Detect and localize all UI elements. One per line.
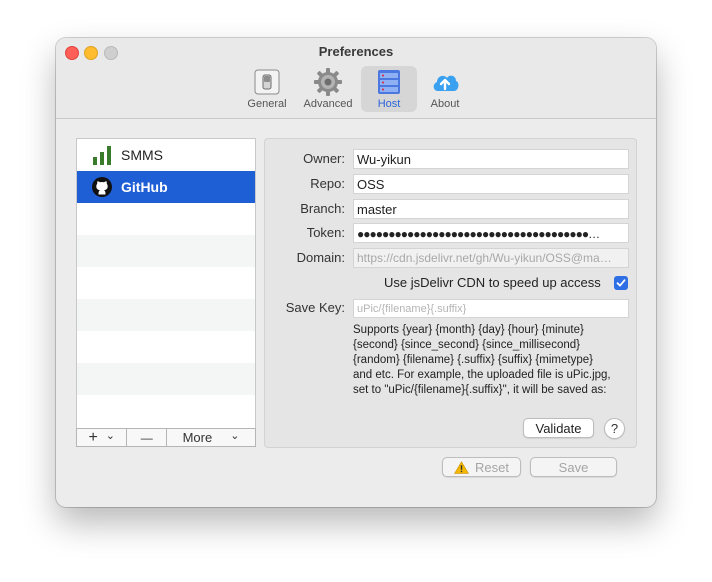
help-button[interactable]: ? bbox=[604, 418, 625, 439]
token-field[interactable]: ●●●●●●●●●●●●●●●●●●●●●●●●●●●●●●●●●●●●●… bbox=[353, 223, 629, 243]
cdn-label: Use jsDelivr CDN to speed up access bbox=[384, 275, 601, 290]
empty-row bbox=[77, 331, 255, 363]
empty-row bbox=[77, 299, 255, 331]
plus-icon: + bbox=[88, 428, 98, 446]
domain-label: Domain: bbox=[296, 250, 345, 265]
cloud-upload-icon bbox=[433, 75, 459, 91]
host-settings-panel: Owner: Wu-yikun Repo: OSS Branch: master… bbox=[264, 138, 637, 448]
reset-button-label: Reset bbox=[475, 459, 509, 475]
github-icon bbox=[92, 177, 112, 197]
help-line: {second} {since_second} {since_milliseco… bbox=[353, 339, 580, 351]
cdn-checkbox[interactable] bbox=[614, 276, 628, 290]
switch-icon bbox=[254, 69, 280, 95]
owner-label: Owner: bbox=[303, 151, 345, 166]
help-line: {random} {filename} {.suffix} {suffix} {… bbox=[353, 354, 593, 366]
reset-button[interactable]: Reset bbox=[442, 457, 521, 477]
repo-field[interactable]: OSS bbox=[353, 174, 629, 194]
tab-about[interactable]: About bbox=[417, 66, 473, 112]
gear-icon bbox=[314, 68, 342, 96]
tab-advanced-label: Advanced bbox=[303, 98, 353, 110]
window-title: Preferences bbox=[318, 44, 394, 59]
empty-row bbox=[77, 395, 255, 431]
host-icon bbox=[378, 70, 400, 94]
tab-general-label: General bbox=[247, 98, 287, 110]
toolbar: Preferences General Advanced Host About bbox=[56, 38, 656, 119]
host-list: SMMS GitHub bbox=[76, 138, 256, 432]
tab-host-label: Host bbox=[377, 98, 401, 110]
token-label: Token: bbox=[306, 225, 345, 240]
save-key-label: Save Key: bbox=[285, 300, 345, 315]
repo-label: Repo: bbox=[310, 176, 345, 191]
warning-icon bbox=[454, 460, 469, 474]
tab-about-label: About bbox=[430, 98, 460, 110]
tab-host[interactable]: Host bbox=[361, 66, 417, 112]
host-list-item-selected[interactable]: GitHub bbox=[77, 171, 255, 203]
branch-label: Branch: bbox=[300, 201, 345, 216]
branch-field[interactable]: master bbox=[353, 199, 629, 219]
chevron-down-icon: ⌄ bbox=[230, 430, 240, 442]
tab-advanced[interactable]: Advanced bbox=[300, 66, 356, 112]
host-list-item[interactable]: SMMS bbox=[77, 139, 255, 171]
add-host-button[interactable]: + ⌄ bbox=[77, 428, 128, 446]
bar-chart-icon bbox=[93, 146, 111, 165]
more-button[interactable]: More ⌄ bbox=[167, 429, 255, 446]
empty-row bbox=[77, 203, 255, 235]
save-button[interactable]: Save bbox=[530, 457, 617, 477]
save-key-help-text: Supports {year} {month} {day} {hour} {mi… bbox=[353, 323, 635, 398]
empty-row bbox=[77, 267, 255, 299]
help-line: Supports {year} {month} {day} {hour} {mi… bbox=[353, 324, 584, 336]
host-list-toolbar: + ⌄ — More ⌄ bbox=[76, 428, 256, 447]
host-list-item-label: SMMS bbox=[121, 147, 163, 163]
empty-row bbox=[77, 235, 255, 267]
help-line: and etc. For example, the uploaded file … bbox=[353, 369, 611, 381]
validate-button[interactable]: Validate bbox=[523, 418, 594, 438]
tab-general[interactable]: General bbox=[239, 66, 295, 112]
preferences-window: Preferences General Advanced Host About … bbox=[56, 38, 656, 507]
remove-host-button[interactable]: — bbox=[127, 429, 167, 446]
checkmark-icon bbox=[616, 279, 626, 287]
help-line: set to "uPic/{filename}{.suffix}", it wi… bbox=[353, 384, 607, 396]
chevron-down-icon: ⌄ bbox=[105, 430, 115, 442]
more-button-label: More bbox=[182, 430, 213, 445]
host-list-item-label: GitHub bbox=[121, 179, 168, 195]
save-key-field[interactable]: uPic/{filename}{.suffix} bbox=[353, 299, 629, 318]
empty-row bbox=[77, 363, 255, 395]
domain-field: https://cdn.jsdelivr.net/gh/Wu-yikun/OSS… bbox=[353, 248, 629, 268]
minus-icon: — bbox=[140, 430, 153, 445]
owner-field[interactable]: Wu-yikun bbox=[353, 149, 629, 169]
